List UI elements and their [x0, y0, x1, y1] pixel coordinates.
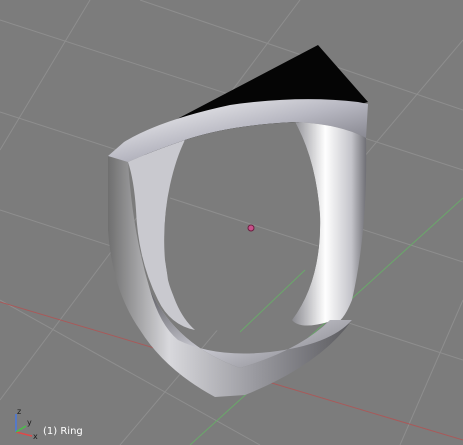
grid-line: [0, 0, 91, 151]
viewport-scene: [0, 0, 463, 445]
object-origin-dot[interactable]: [247, 224, 255, 232]
3d-viewport[interactable]: z x y (1) Ring: [0, 0, 463, 445]
y-axis-label: y: [27, 418, 32, 427]
x-axis-arrow: [15, 431, 33, 437]
y-axis-arrow: [15, 425, 27, 433]
ring-mesh[interactable]: [108, 45, 368, 397]
z-axis-label: z: [17, 407, 21, 416]
axis-gizmo: z x y: [15, 407, 38, 440]
active-object-label: (1) Ring: [43, 426, 83, 437]
x-axis-label: x: [33, 432, 38, 440]
grid-line: [399, 299, 463, 445]
ring-inner-hole: [164, 122, 321, 333]
